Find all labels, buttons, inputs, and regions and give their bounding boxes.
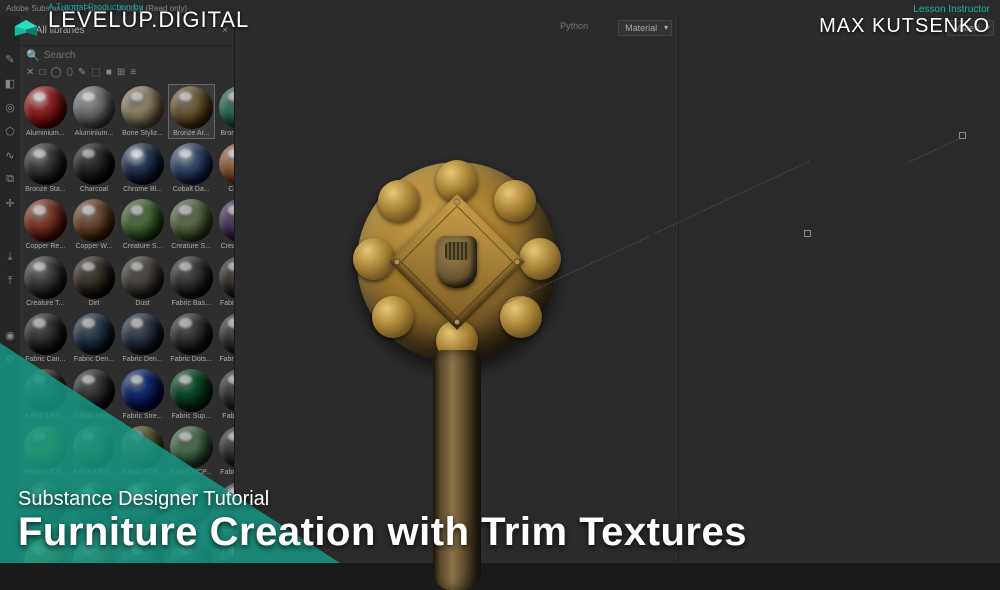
material-sphere-icon (121, 143, 164, 186)
material-label: Creature S... (121, 242, 164, 250)
uv-frame (689, 116, 990, 543)
material-sphere-icon (219, 86, 235, 129)
material-sphere-icon (170, 143, 213, 186)
window-title: Adobe Substance 3D Painter - Untitled (R… (6, 4, 187, 13)
material-thumb[interactable]: Dust (119, 254, 166, 309)
material-thumb[interactable]: Fabric Bas... (168, 254, 215, 309)
material-label: Creature S... (170, 242, 213, 250)
viewport-2d[interactable]: Materi (679, 16, 1000, 563)
material-sphere-icon (73, 256, 116, 299)
material-sphere-icon (24, 256, 67, 299)
viewport-3d-channel-dropdown[interactable]: Material (618, 20, 672, 36)
material-label: Copper (219, 185, 235, 193)
polygon-fill-icon[interactable]: ⬠ (3, 124, 17, 138)
material-sphere-icon (73, 143, 116, 186)
picker-tool-icon[interactable]: ✛ (3, 196, 17, 210)
material-label: Cobalt Da... (170, 185, 213, 193)
material-sphere-icon (170, 86, 213, 129)
tutorial-subtitle: Substance Designer Tutorial (18, 488, 747, 511)
viewport-area: ⊞ ✦ ⟐ ▣ ☼ ◳ Python Material (235, 16, 1000, 563)
material-thumb[interactable]: Aluminium... (71, 84, 118, 139)
material-thumb[interactable]: Bronze Sta... (22, 141, 69, 196)
python-label: Python (560, 21, 588, 31)
material-thumb[interactable]: Copper (217, 141, 235, 196)
material-label: Creature T... (24, 299, 67, 307)
material-label: Charcoal (73, 185, 116, 193)
assets-library-label[interactable]: All libraries (36, 25, 85, 36)
brush-tool-icon[interactable]: ✎ (3, 52, 17, 66)
material-sphere-icon (24, 143, 67, 186)
material-sphere-icon (73, 86, 116, 129)
asset-filter-icon[interactable]: □ (39, 67, 45, 78)
material-thumb[interactable]: Chrome Bl... (119, 141, 166, 196)
asset-filter-icon[interactable]: ✎ (78, 67, 86, 78)
material-sphere-icon (170, 256, 213, 299)
export-icon[interactable]: ⤓ (3, 250, 17, 264)
assets-back-icon[interactable]: ‹ (26, 25, 30, 37)
material-thumb[interactable]: Aluminium... (22, 84, 69, 139)
search-icon: 🔍 (26, 49, 40, 62)
material-thumb[interactable]: Bronze Co... (217, 84, 235, 139)
asset-filter-icon[interactable]: ✕ (26, 67, 34, 78)
material-label: Copper W... (73, 242, 116, 250)
material-thumb[interactable]: Creature T... (22, 254, 69, 309)
eraser-tool-icon[interactable]: ◧ (3, 76, 17, 90)
material-thumb[interactable]: Charcoal (71, 141, 118, 196)
mesh-preview (357, 162, 557, 362)
material-thumb[interactable]: Creature S... (168, 197, 215, 252)
material-label: Fabric Bas... (170, 299, 213, 307)
projection-tool-icon[interactable]: ◎ (3, 100, 17, 114)
material-sphere-icon (73, 199, 116, 242)
uv-handle[interactable] (804, 230, 811, 237)
material-sphere-icon (121, 256, 164, 299)
tutorial-title: Furniture Creation with Trim Textures (18, 511, 747, 553)
material-label: Aluminium... (24, 129, 67, 137)
material-sphere-icon (24, 199, 67, 242)
uv-handle[interactable] (959, 132, 966, 139)
material-thumb[interactable]: Fabric Burl... (217, 254, 235, 309)
iray-icon[interactable]: ◉ (3, 328, 17, 342)
material-label: Dust (121, 299, 164, 307)
material-sphere-icon (219, 143, 235, 186)
material-thumb[interactable]: Dirt (71, 254, 118, 309)
material-thumb[interactable]: Creature T... (217, 197, 235, 252)
smudge-tool-icon[interactable]: ∿ (3, 148, 17, 162)
tutorial-title-block: Substance Designer Tutorial Furniture Cr… (18, 488, 747, 553)
viewport-2d-channel-dropdown[interactable]: Materi (947, 20, 994, 36)
clone-tool-icon[interactable]: ⧉ (3, 172, 17, 186)
material-label: Bronze Co... (219, 129, 235, 137)
asset-filter-icon[interactable]: ⬚ (91, 67, 100, 78)
assets-close-icon[interactable]: × (222, 25, 228, 36)
assets-filter-row: ✕ □ ◯ ⬯ ✎ ⬚ ■ ⊞ ≡ (20, 65, 234, 82)
asset-filter-icon[interactable]: ⊞ (117, 67, 125, 78)
material-label: Copper Re... (24, 242, 67, 250)
material-thumb[interactable]: Copper W... (71, 197, 118, 252)
material-sphere-icon (219, 256, 235, 299)
material-sphere-icon (219, 199, 235, 242)
material-thumb[interactable]: Bronze Ar... (168, 84, 215, 139)
material-label: Dirt (73, 299, 116, 307)
material-sphere-icon (170, 199, 213, 242)
asset-filter-icon[interactable]: ◯ (50, 67, 61, 78)
material-label: Aluminium... (73, 129, 116, 137)
asset-filter-icon[interactable]: ⬯ (67, 67, 73, 78)
import-icon[interactable]: ⤒ (3, 274, 17, 288)
asset-filter-icon[interactable]: ■ (106, 67, 112, 78)
material-thumb[interactable]: Cobalt Da... (168, 141, 215, 196)
material-label: Creature T... (219, 242, 235, 250)
material-thumb[interactable]: Copper Re... (22, 197, 69, 252)
material-label: Bone Styliz... (121, 129, 164, 137)
material-label: Bronze Ar... (170, 129, 213, 137)
material-sphere-icon (121, 199, 164, 242)
material-sphere-icon (24, 86, 67, 129)
asset-filter-icon[interactable]: ≡ (130, 67, 136, 78)
material-label: Chrome Bl... (121, 185, 164, 193)
material-thumb[interactable]: Bone Styliz... (119, 84, 166, 139)
window-titlebar: Adobe Substance 3D Painter - Untitled (R… (0, 0, 1000, 16)
material-label: Bronze Sta... (24, 185, 67, 193)
material-thumb[interactable]: Creature S... (119, 197, 166, 252)
material-label: Fabric Burl... (219, 299, 235, 307)
assets-search-input[interactable] (44, 50, 228, 61)
material-sphere-icon (121, 86, 164, 129)
